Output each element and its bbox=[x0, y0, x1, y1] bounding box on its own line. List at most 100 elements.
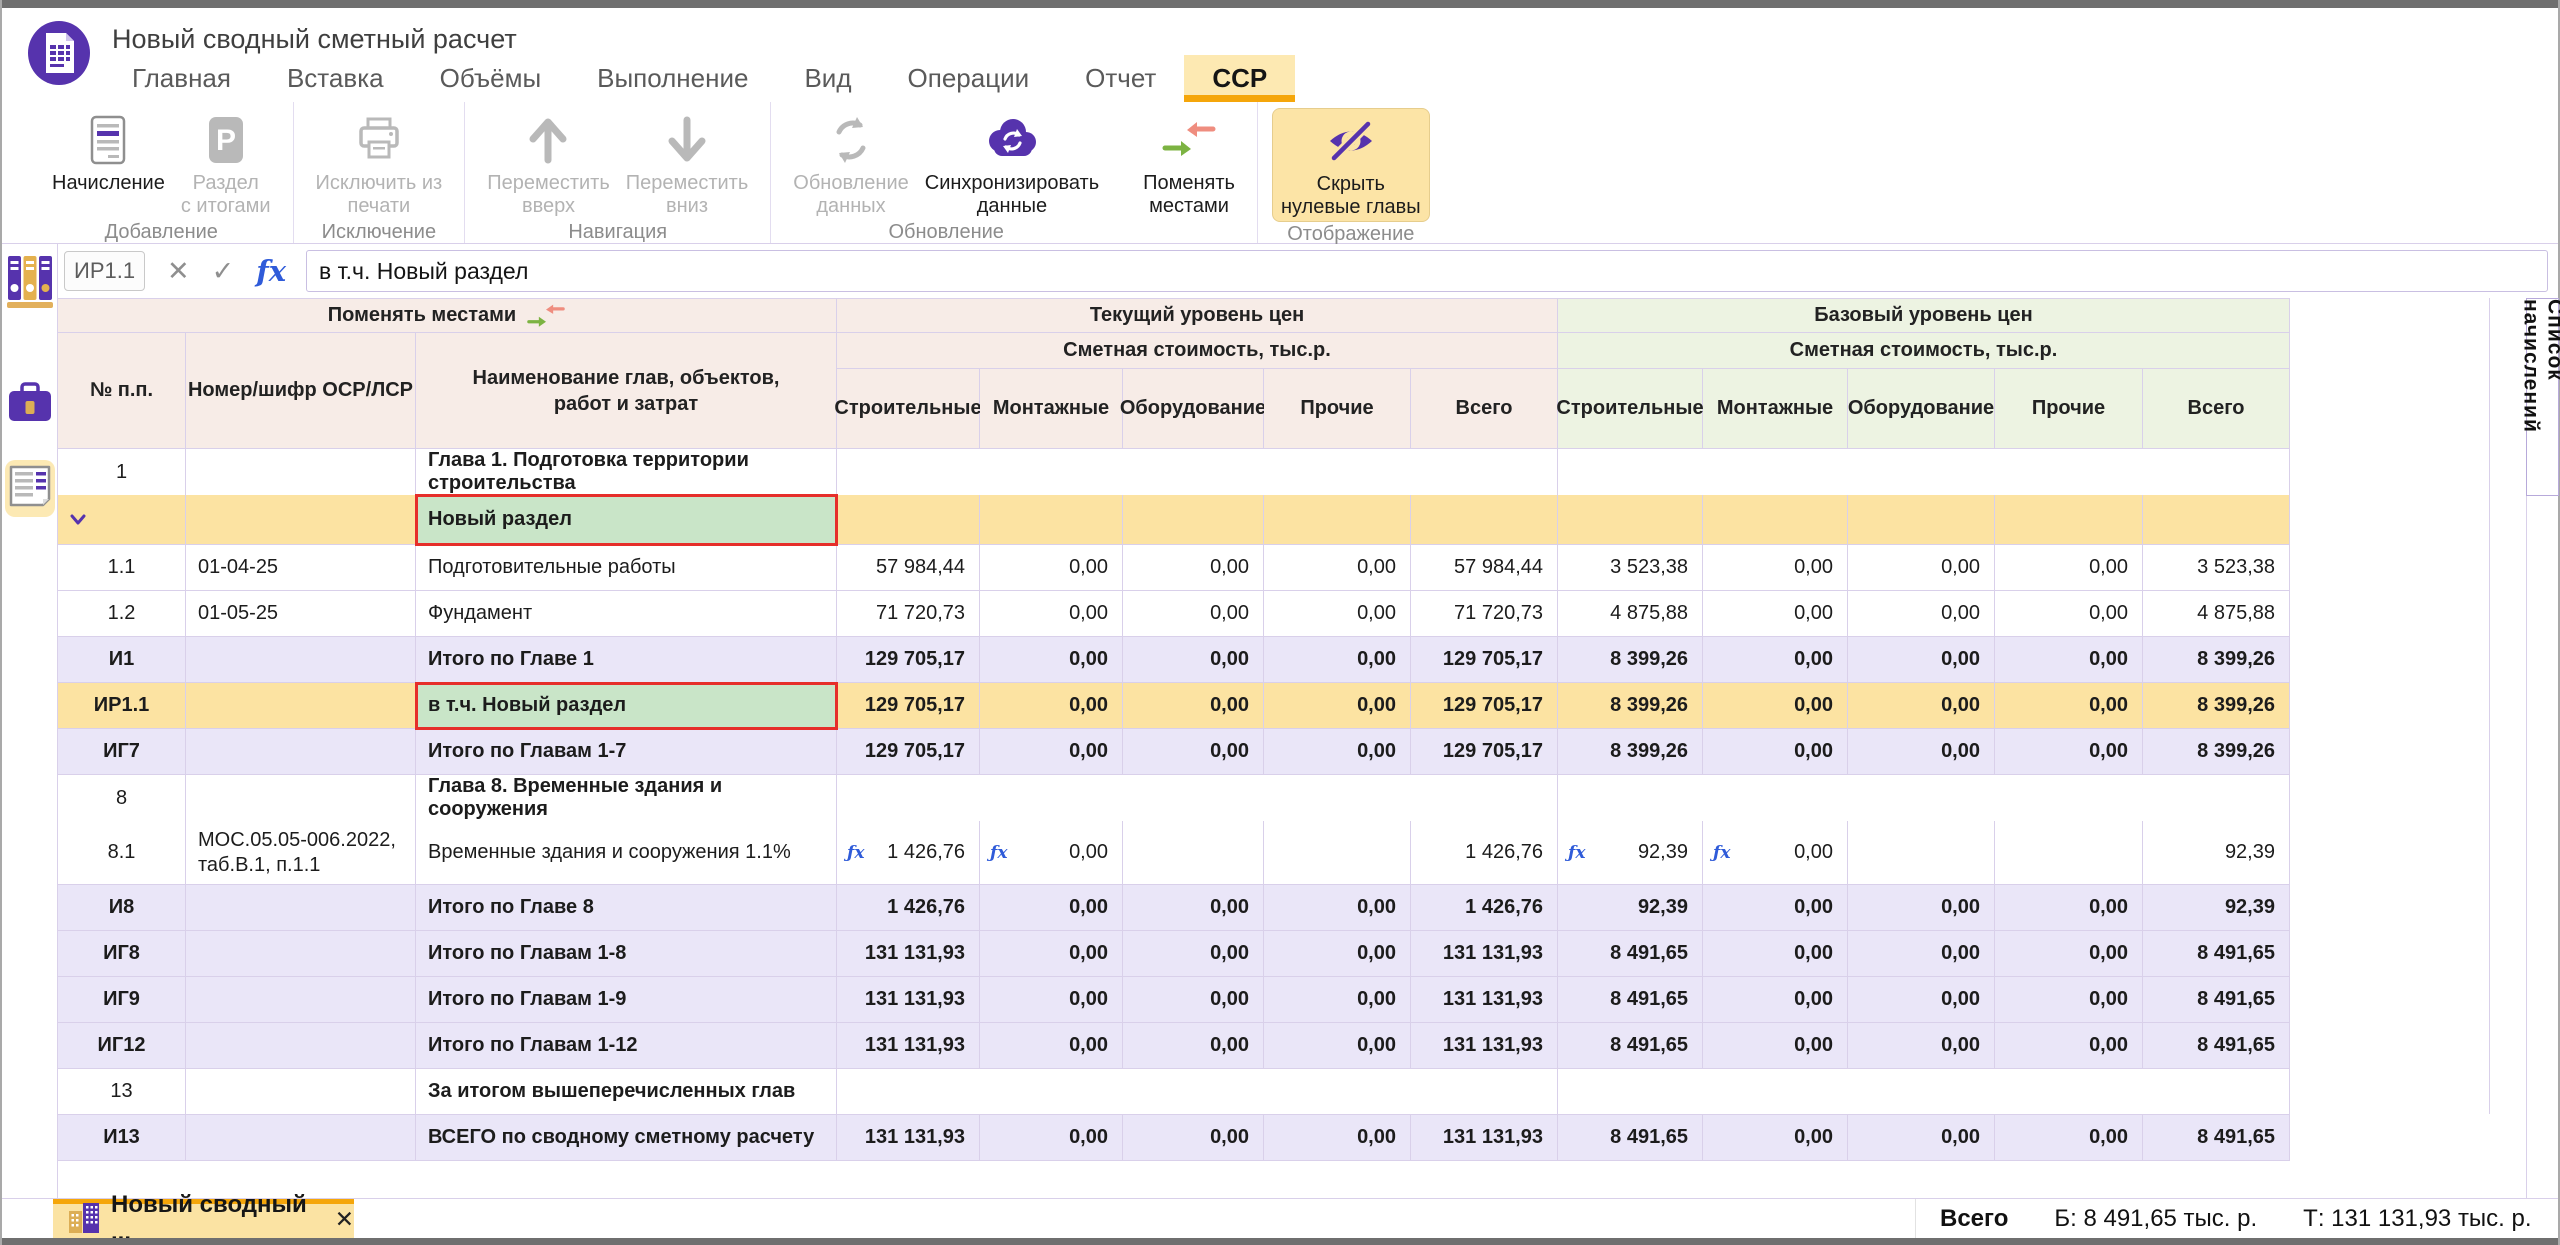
value-cell: ƒx1 426,76 bbox=[837, 821, 980, 885]
function-icon[interactable]: fx bbox=[256, 254, 286, 288]
grid-right-divider bbox=[2489, 298, 2490, 1114]
value-cell: 131 131,93 bbox=[837, 1023, 980, 1069]
value-cell: 131 131,93 bbox=[1411, 1023, 1558, 1069]
row-code-cell bbox=[186, 775, 416, 822]
table-row[interactable]: 8Глава 8. Временные здания и сооружения bbox=[58, 775, 2290, 821]
value-cell: 0,00 bbox=[1264, 637, 1411, 683]
value-cell: 0,00 bbox=[1703, 931, 1848, 977]
value-cell: 4 875,88 bbox=[2143, 591, 2290, 637]
ribbon-tab[interactable]: Выполнение bbox=[569, 55, 776, 102]
formula-input[interactable]: в т.ч. Новый раздел bbox=[306, 250, 2548, 292]
table-row[interactable]: ИГ7Итого по Главам 1-7129 705,170,000,00… bbox=[58, 729, 2290, 775]
group-label-exclusion: Исключение bbox=[308, 220, 451, 244]
row-code-cell bbox=[186, 885, 416, 931]
title-bar: Новый сводный сметный расчет ГлавнаяВста… bbox=[2, 8, 2558, 102]
table-row[interactable]: И1Итого по Главе 1129 705,170,000,000,00… bbox=[58, 637, 2290, 683]
row-code-cell bbox=[186, 1115, 416, 1161]
table-row[interactable]: ИГ9Итого по Главам 1-9131 131,930,000,00… bbox=[58, 977, 2290, 1023]
ribbon-toolbar: Начисление P Раздел с итогами Добавление bbox=[2, 102, 2558, 244]
row-code-cell: 01-05-25 bbox=[186, 591, 416, 637]
merged-empty-cell bbox=[1558, 775, 2290, 822]
ribbon-tab[interactable]: ССР bbox=[1184, 55, 1295, 102]
move-up-button: Переместить вверх bbox=[479, 108, 618, 220]
ribbon-tab[interactable]: Вставка bbox=[259, 55, 412, 102]
value-cell: 0,00 bbox=[1264, 591, 1411, 637]
value-cell: 0,00 bbox=[980, 1115, 1123, 1161]
confirm-icon[interactable]: ✓ bbox=[212, 256, 235, 287]
row-name-cell: Подготовительные работы bbox=[416, 545, 837, 591]
col-header-construction-base: Строительные bbox=[1558, 369, 1703, 449]
col-header-equipment-base: Оборудование bbox=[1848, 369, 1995, 449]
table-row[interactable]: ИГ8Итого по Главам 1-8131 131,930,000,00… bbox=[58, 931, 2290, 977]
value-cell: 0,00 bbox=[1995, 977, 2143, 1023]
close-icon[interactable]: ✕ bbox=[335, 1206, 354, 1233]
cell-reference-box[interactable]: ИР1.1 bbox=[64, 251, 145, 291]
value-cell: 8 399,26 bbox=[1558, 729, 1703, 775]
cancel-icon[interactable]: ✕ bbox=[167, 256, 190, 287]
value-cell: 0,00 bbox=[1995, 729, 2143, 775]
value-cell: 0,00 bbox=[1264, 931, 1411, 977]
document-tab[interactable]: Новый сводный ... ✕ bbox=[53, 1199, 354, 1239]
table-row[interactable]: И8Итого по Главе 81 426,760,000,000,001 … bbox=[58, 885, 2290, 931]
table-row[interactable]: Новый раздел bbox=[58, 495, 2290, 545]
cost-header-base: Сметная стоимость, тыс.р. bbox=[1558, 333, 2290, 369]
current-price-level-header: Текущий уровень цен bbox=[837, 299, 1558, 333]
hide-zero-chapters-button[interactable]: Скрыть нулевые главы bbox=[1272, 108, 1430, 222]
row-name-cell: Итого по Главам 1-8 bbox=[416, 931, 837, 977]
hide-zero-chapters-label: Скрыть нулевые главы bbox=[1281, 173, 1421, 219]
value-cell: 0,00 bbox=[1848, 683, 1995, 729]
status-total-label: Всего bbox=[1940, 1205, 2008, 1233]
value-cell: 129 705,17 bbox=[837, 637, 980, 683]
value-cell: 129 705,17 bbox=[1411, 729, 1558, 775]
table-row[interactable]: 1.201-05-25Фундамент71 720,730,000,000,0… bbox=[58, 591, 2290, 637]
value-cell: 0,00 bbox=[1848, 977, 1995, 1023]
value-cell: 0,00 bbox=[1703, 545, 1848, 591]
value-cell: 92,39 bbox=[2143, 885, 2290, 931]
table-row[interactable]: 8.1МОС.05.05-006.2022, таб.В.1, п.1.1Вре… bbox=[58, 821, 2290, 885]
ribbon-tabs: ГлавнаяВставкаОбъёмыВыполнениеВидОпераци… bbox=[104, 55, 1295, 102]
value-cell: 8 491,65 bbox=[1558, 977, 1703, 1023]
value-cell bbox=[1995, 821, 2143, 885]
estimate-table-header: Поменять местами Текущий уровень цен Баз… bbox=[58, 299, 2290, 449]
parking-p-icon: P bbox=[206, 112, 246, 168]
row-code-cell bbox=[186, 637, 416, 683]
table-row[interactable]: 1.101-04-25Подготовительные работы57 984… bbox=[58, 545, 2290, 591]
value-cell: 131 131,93 bbox=[1411, 931, 1558, 977]
value-cell: 92,39 bbox=[1558, 885, 1703, 931]
group-label-add: Добавление bbox=[44, 220, 279, 244]
value-cell: 0,00 bbox=[980, 1023, 1123, 1069]
table-row[interactable]: ИГ12Итого по Главам 1-12131 131,930,000,… bbox=[58, 1023, 2290, 1069]
briefcase-icon[interactable] bbox=[7, 381, 53, 430]
swap-columns-header[interactable]: Поменять местами bbox=[58, 299, 837, 333]
estimate-sheet-icon[interactable] bbox=[5, 460, 55, 517]
swap-button[interactable]: Поменять местами bbox=[1135, 108, 1243, 220]
table-row[interactable]: И13ВСЕГО по сводному сметному расчету131… bbox=[58, 1115, 2290, 1161]
ribbon-tab[interactable]: Отчет bbox=[1057, 55, 1184, 102]
selected-section-cell: в т.ч. Новый раздел bbox=[416, 683, 837, 729]
window-bottom-border bbox=[2, 1238, 2558, 1245]
value-cell bbox=[2143, 495, 2290, 545]
table-row[interactable]: 13За итогом вышеперечисленных глав bbox=[58, 1069, 2290, 1115]
ribbon-tab[interactable]: Объёмы bbox=[412, 55, 570, 102]
value-cell: 0,00 bbox=[1848, 931, 1995, 977]
accrual-button[interactable]: Начисление bbox=[44, 108, 173, 197]
group-label-update: Обновление bbox=[785, 220, 1107, 244]
value-cell bbox=[1411, 495, 1558, 545]
row-code-cell bbox=[186, 449, 416, 496]
value-cell bbox=[1703, 495, 1848, 545]
exclude-from-print-label: Исключить из печати bbox=[316, 172, 443, 218]
formula-indicator-icon: ƒx bbox=[847, 843, 864, 863]
ribbon-tab[interactable]: Главная bbox=[104, 55, 259, 102]
merged-empty-cell bbox=[1558, 1069, 2290, 1115]
value-cell: 0,00 bbox=[1123, 683, 1264, 729]
accruals-list-tab[interactable]: Список начислений bbox=[2526, 298, 2559, 496]
ribbon-tab[interactable]: Операции bbox=[880, 55, 1058, 102]
table-row[interactable]: ИР1.1в т.ч. Новый раздел129 705,170,000,… bbox=[58, 683, 2290, 729]
value-cell: 0,00 bbox=[1123, 637, 1264, 683]
table-row[interactable]: 1Глава 1. Подготовка территории строител… bbox=[58, 449, 2290, 495]
sync-data-button[interactable]: Синхронизировать данные bbox=[917, 108, 1107, 220]
value-cell: 57 984,44 bbox=[837, 545, 980, 591]
value-cell: 0,00 bbox=[1703, 1115, 1848, 1161]
ribbon-tab[interactable]: Вид bbox=[776, 55, 879, 102]
binders-icon[interactable] bbox=[7, 254, 53, 315]
